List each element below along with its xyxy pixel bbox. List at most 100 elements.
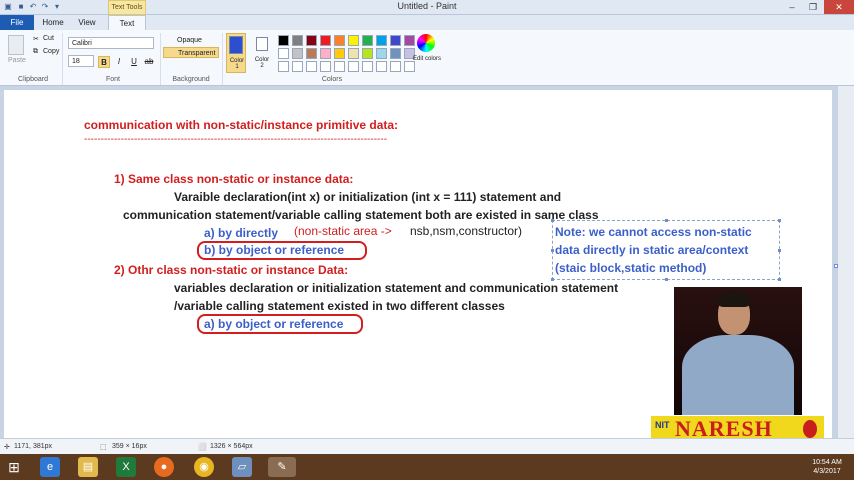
palette-swatch[interactable] <box>376 61 387 72</box>
palette-swatch[interactable] <box>334 61 345 72</box>
copy-icon[interactable]: ⧉ <box>33 48 38 56</box>
tab-file[interactable]: File <box>0 15 34 30</box>
font-size-select[interactable]: 18 <box>68 55 94 67</box>
tab-home[interactable]: Home <box>38 15 68 30</box>
bold-button[interactable]: B <box>98 56 110 68</box>
palette-swatch[interactable] <box>306 48 317 59</box>
copy-button[interactable]: Copy <box>43 48 59 55</box>
logo-prefix: NIT <box>655 420 670 430</box>
italic-button[interactable]: I <box>113 56 125 68</box>
excel-icon[interactable]: X <box>116 457 136 477</box>
separator <box>62 33 63 85</box>
resize-handle[interactable] <box>778 278 781 281</box>
image-size-icon: ⬜ <box>198 444 207 451</box>
palette-swatch[interactable] <box>362 48 373 59</box>
chrome-icon[interactable]: ◉ <box>194 457 214 477</box>
separator <box>160 33 161 85</box>
resize-handle[interactable] <box>551 249 554 252</box>
palette-swatch[interactable] <box>390 61 401 72</box>
presenter-shirt <box>682 335 794 415</box>
section1-option-a-note: (non-static area -> <box>294 224 392 238</box>
palette-swatch[interactable] <box>278 35 289 46</box>
resize-handle[interactable] <box>551 219 554 222</box>
color1-label: Color 1 <box>229 58 245 70</box>
firefox-icon[interactable]: ● <box>154 457 174 477</box>
palette-swatch[interactable] <box>334 35 345 46</box>
palette-swatch[interactable] <box>334 48 345 59</box>
section2-option-a: a) by object or reference <box>197 314 363 334</box>
section2-line1: variables declaration or initialization … <box>174 281 619 295</box>
minimize-button[interactable]: – <box>782 0 802 14</box>
color2-swatch <box>256 37 268 51</box>
paint-taskbar-icon[interactable]: ✎ <box>268 457 296 477</box>
app-icon[interactable]: ▱ <box>232 457 252 477</box>
tab-view[interactable]: View <box>72 15 102 30</box>
maximize-button[interactable]: ❐ <box>803 0 823 14</box>
note-line3: (staic block,static method) <box>555 261 707 275</box>
ribbon-tabs: File Home View Text <box>0 15 854 30</box>
window-title: Untitled - Paint <box>397 1 457 11</box>
section1-option-a-note-detail: nsb,nsm,constructor) <box>410 224 523 238</box>
tab-text[interactable]: Text <box>108 15 146 30</box>
palette-swatch[interactable] <box>278 61 289 72</box>
background-group-label: Background <box>172 76 210 83</box>
palette-swatch[interactable] <box>306 61 317 72</box>
system-clock[interactable]: 10:54 AM 4/3/2017 <box>804 458 850 476</box>
vertical-scrollbar[interactable] <box>838 86 854 438</box>
clock-date: 4/3/2017 <box>813 468 841 475</box>
edit-colors-icon[interactable] <box>417 34 435 52</box>
palette-swatch[interactable] <box>278 48 289 59</box>
palette-swatch[interactable] <box>348 48 359 59</box>
color1-button[interactable]: Color 1 <box>226 33 246 73</box>
palette-swatch[interactable] <box>348 35 359 46</box>
underline-button[interactable]: U <box>128 56 140 68</box>
palette-swatch[interactable] <box>362 35 373 46</box>
palette-swatch[interactable] <box>292 61 303 72</box>
strikethrough-button[interactable]: ab <box>143 56 155 68</box>
resize-handle[interactable] <box>778 219 781 222</box>
paste-button[interactable]: Paste <box>8 57 26 64</box>
paste-icon[interactable] <box>8 35 24 55</box>
close-button[interactable]: ✕ <box>824 0 854 14</box>
start-button-icon[interactable]: ⊞ <box>4 457 24 477</box>
palette-swatch[interactable] <box>306 35 317 46</box>
file-explorer-icon[interactable]: ▤ <box>78 457 98 477</box>
palette-swatch[interactable] <box>292 48 303 59</box>
resize-handle[interactable] <box>778 249 781 252</box>
opaque-button[interactable]: Opaque <box>165 35 217 46</box>
cursor-position: 1171, 381px <box>14 443 53 450</box>
section2-line2: /variable calling statement existed in t… <box>174 299 505 313</box>
resize-handle[interactable] <box>665 278 668 281</box>
palette-swatch[interactable] <box>348 61 359 72</box>
internet-explorer-icon[interactable]: e <box>40 457 60 477</box>
resize-handle[interactable] <box>551 278 554 281</box>
palette-swatch[interactable] <box>320 35 331 46</box>
presenter-hair <box>718 291 750 307</box>
note-text-box[interactable]: Note: we cannot access non-static data d… <box>551 219 781 281</box>
palette-swatch[interactable] <box>404 35 415 46</box>
clock-time: 10:54 AM <box>812 459 842 466</box>
palette-swatch[interactable] <box>390 35 401 46</box>
palette-swatch[interactable] <box>292 35 303 46</box>
clipboard-group-label: Clipboard <box>18 76 48 83</box>
edit-colors-button[interactable]: Edit colors <box>413 56 441 63</box>
palette-swatch[interactable] <box>376 35 387 46</box>
palette-swatch[interactable] <box>376 48 387 59</box>
palette-swatch[interactable] <box>320 61 331 72</box>
palette-swatch[interactable] <box>320 48 331 59</box>
note-line2: data directly in static area/context <box>555 243 749 257</box>
colors-group-label: Colors <box>321 76 343 83</box>
heading-rule: ----------------------------------------… <box>84 134 388 145</box>
cut-button[interactable]: Cut <box>43 35 54 42</box>
section1-line2: communication statement/variable calling… <box>123 208 599 222</box>
color2-button[interactable]: Color 2 <box>252 33 272 73</box>
resize-handle[interactable] <box>665 219 668 222</box>
palette-swatch[interactable] <box>390 48 401 59</box>
palette-swatch[interactable] <box>362 61 373 72</box>
cut-icon[interactable]: ✂ <box>33 35 39 43</box>
logo-flame-icon <box>803 420 817 438</box>
transparent-button[interactable]: Transparent <box>163 47 219 58</box>
status-bar: ✛ 1171, 381px ⬚ 359 × 16px ⬜ 1326 × 564p… <box>0 438 854 454</box>
heading-text: communication with non-static/instance p… <box>84 118 399 132</box>
font-family-select[interactable]: Calibri <box>68 37 154 49</box>
